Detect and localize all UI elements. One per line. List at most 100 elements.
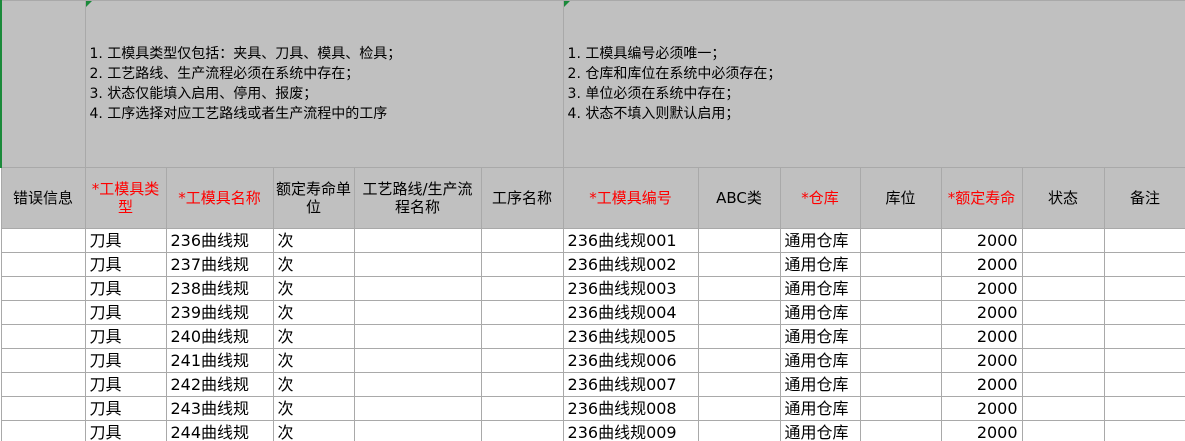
cell-location[interactable] (859, 420, 942, 441)
cell-tool-name[interactable]: 238曲线规 (165, 276, 274, 301)
cell-rated-life[interactable]: 2000 (940, 324, 1023, 349)
cell-tool-code[interactable]: 236曲线规006 (562, 348, 699, 373)
cell-route-flow-name[interactable] (353, 276, 482, 301)
cell-tool-code[interactable]: 236曲线规001 (562, 228, 699, 253)
cell-abc-class[interactable] (697, 324, 781, 349)
cell-status[interactable] (1021, 396, 1105, 421)
cell-abc-class[interactable] (697, 396, 781, 421)
header-tool-code[interactable]: *工模具编号 (562, 167, 699, 229)
cell-error-info[interactable] (0, 324, 86, 349)
header-process-name[interactable]: 工序名称 (480, 167, 564, 229)
cell-tool-code[interactable]: 236曲线规003 (562, 276, 699, 301)
cell-tool-name[interactable]: 237曲线规 (165, 252, 274, 277)
cell-location[interactable] (859, 276, 942, 301)
cell-life-unit[interactable]: 次 (272, 348, 355, 373)
cell-tool-type[interactable]: 刀具 (84, 372, 167, 397)
cell-route-flow-name[interactable] (353, 252, 482, 277)
notes-right-cell[interactable]: 1. 工模具编号必须唯一； 2. 仓库和库位在系统中必须存在； 3. 单位必须在… (562, 0, 1185, 168)
cell-tool-name[interactable]: 244曲线规 (165, 420, 274, 441)
cell-rated-life[interactable]: 2000 (940, 252, 1023, 277)
cell-tool-code[interactable]: 236曲线规009 (562, 420, 699, 441)
header-tool-name[interactable]: *工模具名称 (165, 167, 274, 229)
cell-remark[interactable] (1103, 348, 1185, 373)
cell-abc-class[interactable] (697, 300, 781, 325)
cell-location[interactable] (859, 396, 942, 421)
cell-location[interactable] (859, 228, 942, 253)
header-route-flow-name[interactable]: 工艺路线/生产流程名称 (353, 167, 482, 229)
cell-route-flow-name[interactable] (353, 372, 482, 397)
cell-process-name[interactable] (480, 300, 564, 325)
cell-tool-name[interactable]: 241曲线规 (165, 348, 274, 373)
cell-tool-name[interactable]: 236曲线规 (165, 228, 274, 253)
cell-remark[interactable] (1103, 396, 1185, 421)
cell-remark[interactable] (1103, 300, 1185, 325)
header-abc-class[interactable]: ABC类 (697, 167, 781, 229)
cell-process-name[interactable] (480, 420, 564, 441)
cell-life-unit[interactable]: 次 (272, 324, 355, 349)
cell-remark[interactable] (1103, 228, 1185, 253)
cell-warehouse[interactable]: 通用仓库 (779, 228, 861, 253)
cell-tool-code[interactable]: 236曲线规008 (562, 396, 699, 421)
cell-process-name[interactable] (480, 396, 564, 421)
cell-warehouse[interactable]: 通用仓库 (779, 420, 861, 441)
notes-empty-cell[interactable] (0, 0, 86, 168)
cell-rated-life[interactable]: 2000 (940, 372, 1023, 397)
cell-tool-name[interactable]: 239曲线规 (165, 300, 274, 325)
cell-warehouse[interactable]: 通用仓库 (779, 396, 861, 421)
cell-rated-life[interactable]: 2000 (940, 276, 1023, 301)
cell-remark[interactable] (1103, 276, 1185, 301)
cell-tool-type[interactable]: 刀具 (84, 420, 167, 441)
cell-process-name[interactable] (480, 252, 564, 277)
cell-location[interactable] (859, 372, 942, 397)
cell-error-info[interactable] (0, 228, 86, 253)
header-life-unit[interactable]: 额定寿命单位 (272, 167, 355, 229)
cell-life-unit[interactable]: 次 (272, 276, 355, 301)
cell-route-flow-name[interactable] (353, 348, 482, 373)
cell-remark[interactable] (1103, 420, 1185, 441)
cell-process-name[interactable] (480, 276, 564, 301)
cell-rated-life[interactable]: 2000 (940, 348, 1023, 373)
cell-status[interactable] (1021, 420, 1105, 441)
cell-error-info[interactable] (0, 372, 86, 397)
cell-error-info[interactable] (0, 300, 86, 325)
header-error-info[interactable]: 错误信息 (0, 167, 86, 229)
header-remark[interactable]: 备注 (1103, 167, 1185, 229)
cell-process-name[interactable] (480, 324, 564, 349)
cell-life-unit[interactable]: 次 (272, 300, 355, 325)
cell-tool-type[interactable]: 刀具 (84, 396, 167, 421)
cell-location[interactable] (859, 348, 942, 373)
cell-abc-class[interactable] (697, 348, 781, 373)
cell-route-flow-name[interactable] (353, 324, 482, 349)
cell-warehouse[interactable]: 通用仓库 (779, 324, 861, 349)
cell-status[interactable] (1021, 276, 1105, 301)
cell-status[interactable] (1021, 372, 1105, 397)
cell-rated-life[interactable]: 2000 (940, 420, 1023, 441)
cell-warehouse[interactable]: 通用仓库 (779, 276, 861, 301)
cell-abc-class[interactable] (697, 276, 781, 301)
header-rated-life[interactable]: *额定寿命 (940, 167, 1023, 229)
cell-rated-life[interactable]: 2000 (940, 300, 1023, 325)
header-location[interactable]: 库位 (859, 167, 942, 229)
cell-status[interactable] (1021, 228, 1105, 253)
cell-tool-code[interactable]: 236曲线规004 (562, 300, 699, 325)
cell-tool-type[interactable]: 刀具 (84, 228, 167, 253)
cell-abc-class[interactable] (697, 228, 781, 253)
cell-rated-life[interactable]: 2000 (940, 228, 1023, 253)
cell-status[interactable] (1021, 300, 1105, 325)
cell-location[interactable] (859, 252, 942, 277)
cell-tool-type[interactable]: 刀具 (84, 276, 167, 301)
cell-route-flow-name[interactable] (353, 420, 482, 441)
cell-warehouse[interactable]: 通用仓库 (779, 252, 861, 277)
cell-remark[interactable] (1103, 252, 1185, 277)
cell-tool-type[interactable]: 刀具 (84, 348, 167, 373)
cell-life-unit[interactable]: 次 (272, 396, 355, 421)
cell-life-unit[interactable]: 次 (272, 372, 355, 397)
cell-warehouse[interactable]: 通用仓库 (779, 348, 861, 373)
cell-status[interactable] (1021, 252, 1105, 277)
cell-tool-name[interactable]: 240曲线规 (165, 324, 274, 349)
cell-abc-class[interactable] (697, 372, 781, 397)
cell-rated-life[interactable]: 2000 (940, 396, 1023, 421)
cell-life-unit[interactable]: 次 (272, 252, 355, 277)
cell-status[interactable] (1021, 324, 1105, 349)
cell-process-name[interactable] (480, 348, 564, 373)
